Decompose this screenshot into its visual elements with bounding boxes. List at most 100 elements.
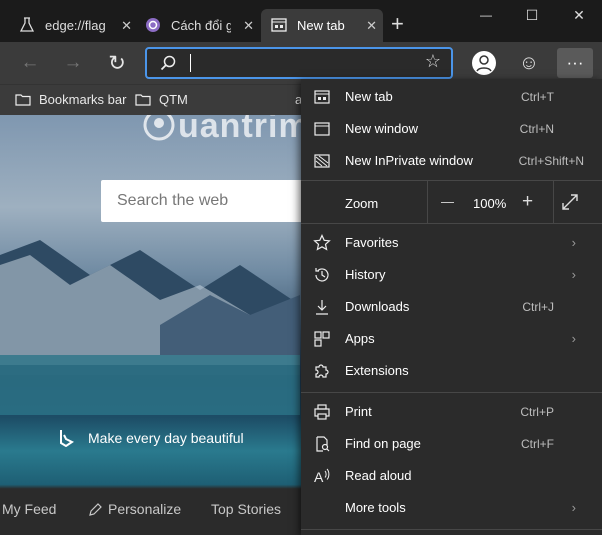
zoom-divider: [427, 181, 428, 223]
menu-label: Apps: [345, 331, 375, 346]
folder-icon: [15, 94, 31, 106]
apps-icon: [314, 331, 330, 347]
profile-button[interactable]: [469, 48, 499, 78]
newtab-icon: [271, 18, 287, 32]
close-icon[interactable]: ✕: [366, 18, 377, 34]
menu-label: Favorites: [345, 235, 399, 250]
chevron-right-icon: ›: [571, 500, 576, 515]
menu-item-print[interactable]: Print Ctrl+P: [301, 396, 602, 428]
menu-item-more-tools[interactable]: More tools ›: [301, 492, 602, 524]
favorite-star-icon[interactable]: ☆: [425, 51, 441, 72]
menu-label: Find on page: [345, 436, 421, 451]
bookmark-label: QTM: [159, 92, 188, 107]
settings-menu: New tab Ctrl+T New window Ctrl+N New InP…: [301, 79, 602, 535]
address-bar[interactable]: ☆: [145, 47, 453, 79]
newtab-icon: [314, 90, 330, 104]
find-page-icon: [316, 436, 330, 452]
minimize-button[interactable]: —: [463, 2, 509, 28]
menu-item-new-tab[interactable]: New tab Ctrl+T: [301, 81, 602, 113]
feed-my-feed[interactable]: My Feed: [2, 501, 56, 517]
zoom-label: Zoom: [345, 196, 379, 211]
search-icon: [160, 55, 176, 71]
menu-label: New window: [345, 121, 418, 136]
profile-icon: [472, 51, 496, 75]
zoom-row: Zoom — 100% +: [301, 181, 602, 223]
read-aloud-icon: A: [314, 468, 330, 485]
bing-tagline[interactable]: Make every day beautiful: [58, 429, 244, 447]
tab-label: New tab: [297, 18, 345, 33]
quantrimang-icon: [146, 18, 160, 32]
maximize-button[interactable]: ☐: [509, 2, 555, 28]
menu-label: More tools: [345, 500, 406, 515]
menu-item-find-on-page[interactable]: Find on page Ctrl+F: [301, 428, 602, 460]
menu-shortcut: Ctrl+N: [519, 122, 554, 136]
zoom-out-button[interactable]: —: [441, 194, 454, 209]
menu-shortcut: Ctrl+Shift+N: [518, 154, 584, 168]
flask-icon: [19, 17, 35, 32]
search-placeholder: Search the web: [117, 192, 229, 209]
tab-label: edge://flag: [45, 18, 105, 33]
bing-icon: [60, 430, 74, 447]
puzzle-icon: [315, 364, 329, 378]
toolbar: ← → ↻ ☆ ☺ ···: [0, 42, 602, 84]
fullscreen-icon[interactable]: [561, 193, 579, 211]
folder-icon: [135, 94, 151, 106]
menu-label: New tab: [345, 89, 393, 104]
tab-new-tab[interactable]: New tab ✕: [261, 9, 383, 42]
menu-label: Extensions: [345, 363, 409, 378]
menu-label: History: [345, 267, 386, 282]
menu-item-inprivate[interactable]: New InPrivate window Ctrl+Shift+N: [301, 145, 602, 177]
menu-label: New InPrivate window: [345, 153, 473, 168]
refresh-button[interactable]: ↻: [102, 48, 132, 78]
download-icon: [316, 300, 328, 315]
pencil-icon: [89, 503, 102, 516]
tagline-text: Make every day beautiful: [88, 430, 244, 446]
chevron-right-icon: ›: [571, 267, 576, 282]
close-icon[interactable]: ✕: [121, 18, 132, 34]
bookmark-label: Bookmarks bar: [39, 92, 127, 107]
menu-shortcut: Ctrl+T: [521, 90, 554, 104]
menu-item-downloads[interactable]: Downloads Ctrl+J: [301, 291, 602, 323]
menu-shortcut: Ctrl+J: [522, 300, 554, 314]
address-input[interactable]: [189, 53, 413, 75]
menu-item-favorites[interactable]: Favorites ›: [301, 227, 602, 259]
tab-strip: edge://flag ✕ Cách đổi gi ✕ New tab ✕ + …: [0, 0, 602, 42]
star-icon: [313, 234, 331, 251]
close-window-button[interactable]: ✕: [556, 2, 602, 28]
bulb-icon: [143, 115, 175, 141]
chevron-right-icon: ›: [571, 331, 576, 346]
feed-personalize[interactable]: Personalize: [108, 501, 181, 517]
feedback-button[interactable]: ☺: [514, 48, 544, 78]
close-icon[interactable]: ✕: [243, 18, 254, 34]
bookmark-bookmarks-bar[interactable]: Bookmarks bar: [15, 92, 126, 107]
menu-shortcut: Ctrl+P: [520, 405, 554, 419]
zoom-level: 100%: [473, 196, 507, 211]
bookmark-qtm[interactable]: QTM: [135, 92, 188, 107]
menu-separator: [301, 223, 602, 224]
menu-shortcut: Ctrl+F: [521, 437, 554, 451]
web-search-box[interactable]: Search the web: [101, 180, 331, 222]
zoom-in-button[interactable]: +: [522, 191, 533, 213]
menu-separator: [301, 529, 602, 530]
back-button[interactable]: ←: [15, 48, 45, 78]
menu-item-apps[interactable]: Apps ›: [301, 323, 602, 355]
tab-edge-flags[interactable]: edge://flag ✕: [0, 9, 138, 42]
menu-separator: [301, 392, 602, 393]
printer-icon: [314, 404, 330, 420]
new-tab-button[interactable]: +: [391, 11, 404, 37]
menu-item-extensions[interactable]: Extensions: [301, 355, 602, 387]
menu-item-history[interactable]: History ›: [301, 259, 602, 291]
menu-item-read-aloud[interactable]: A Read aloud: [301, 460, 602, 492]
settings-more-button[interactable]: ···: [557, 48, 593, 78]
tab-quantrimang[interactable]: Cách đổi gi ✕: [138, 9, 260, 42]
window-icon: [314, 122, 330, 136]
tab-label: Cách đổi gi: [171, 18, 231, 33]
forward-button[interactable]: →: [58, 48, 88, 78]
menu-label: Downloads: [345, 299, 410, 314]
feed-top-stories[interactable]: Top Stories: [211, 501, 281, 517]
svg-text:A: A: [314, 469, 324, 485]
menu-label: Print: [345, 404, 372, 419]
menu-item-new-window[interactable]: New window Ctrl+N: [301, 113, 602, 145]
zoom-divider: [553, 181, 554, 223]
inprivate-icon: [314, 154, 330, 168]
